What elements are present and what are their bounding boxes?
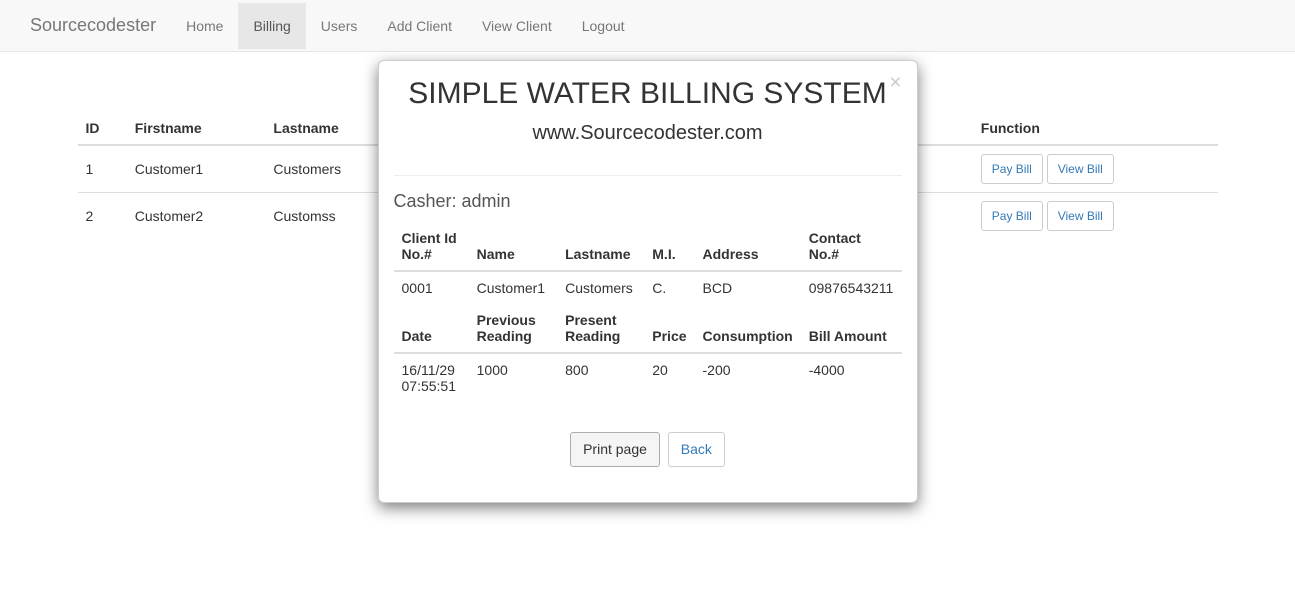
cell-client-id: 0001 bbox=[394, 271, 469, 304]
navbar-brand[interactable]: Sourcecodester bbox=[15, 0, 171, 51]
col-address: Address bbox=[695, 222, 801, 271]
navbar: Sourcecodester Home Billing Users Add Cl… bbox=[0, 0, 1295, 52]
modal-body: Casher: admin Client Id No.# Name Lastna… bbox=[379, 175, 917, 502]
pay-bill-button[interactable]: Pay Bill bbox=[981, 154, 1043, 184]
close-icon[interactable]: × bbox=[889, 71, 901, 95]
modal-subtitle: www.Sourcecodester.com bbox=[399, 122, 897, 145]
nav-view-client[interactable]: View Client bbox=[467, 3, 567, 49]
cell-consumption: -200 bbox=[695, 353, 801, 402]
cell-amount: -4000 bbox=[801, 353, 902, 402]
cell-present: 800 bbox=[557, 353, 644, 402]
cell-address: BCD bbox=[695, 271, 801, 304]
modal-title: SIMPLE WATER BILLING SYSTEM bbox=[399, 76, 897, 112]
cell-id: 2 bbox=[78, 193, 127, 240]
col-price: Price bbox=[644, 304, 694, 353]
cell-name: Customer1 bbox=[469, 271, 558, 304]
nav-users[interactable]: Users bbox=[306, 3, 373, 49]
client-row: 0001 Customer1 Customers C. BCD 09876543… bbox=[394, 271, 902, 304]
col-mi: M.I. bbox=[644, 222, 694, 271]
nav-billing[interactable]: Billing bbox=[238, 3, 305, 49]
client-info-table: Client Id No.# Name Lastname M.I. Addres… bbox=[394, 222, 902, 402]
modal-footer: Print page Back bbox=[394, 422, 902, 487]
bill-row: 16/11/29 07:55:51 1000 800 20 -200 -4000 bbox=[394, 353, 902, 402]
cell-id: 1 bbox=[78, 145, 127, 193]
col-function: Function bbox=[973, 112, 1218, 145]
view-bill-button[interactable]: View Bill bbox=[1047, 201, 1114, 231]
col-present: Present Reading bbox=[557, 304, 644, 353]
cell-price: 20 bbox=[644, 353, 694, 402]
nav-logout[interactable]: Logout bbox=[567, 3, 640, 49]
col-firstname: Firstname bbox=[127, 112, 266, 145]
col-contact: Contact No.# bbox=[801, 222, 902, 271]
cell-contact: 09876543211 bbox=[801, 271, 902, 304]
casher-label: Casher: admin bbox=[394, 191, 902, 212]
cell-date: 16/11/29 07:55:51 bbox=[394, 353, 469, 402]
nav-home[interactable]: Home bbox=[171, 3, 238, 49]
modal-header: × SIMPLE WATER BILLING SYSTEM www.Source… bbox=[379, 61, 917, 175]
nav-add-client[interactable]: Add Client bbox=[372, 3, 467, 49]
cell-firstname: Customer2 bbox=[127, 193, 266, 240]
col-lastname: Lastname bbox=[557, 222, 644, 271]
view-bill-button[interactable]: View Bill bbox=[1047, 154, 1114, 184]
bill-modal: × SIMPLE WATER BILLING SYSTEM www.Source… bbox=[378, 60, 918, 503]
col-consumption: Consumption bbox=[695, 304, 801, 353]
cell-mi: C. bbox=[644, 271, 694, 304]
cell-lastname: Customers bbox=[557, 271, 644, 304]
cell-firstname: Customer1 bbox=[127, 145, 266, 193]
pay-bill-button[interactable]: Pay Bill bbox=[981, 201, 1043, 231]
back-button[interactable]: Back bbox=[668, 432, 725, 467]
col-name: Name bbox=[469, 222, 558, 271]
print-page-button[interactable]: Print page bbox=[570, 432, 660, 467]
col-id: ID bbox=[78, 112, 127, 145]
col-amount: Bill Amount bbox=[801, 304, 902, 353]
col-previous: Previous Reading bbox=[469, 304, 558, 353]
cell-previous: 1000 bbox=[469, 353, 558, 402]
col-date: Date bbox=[394, 304, 469, 353]
col-client-id: Client Id No.# bbox=[394, 222, 469, 271]
